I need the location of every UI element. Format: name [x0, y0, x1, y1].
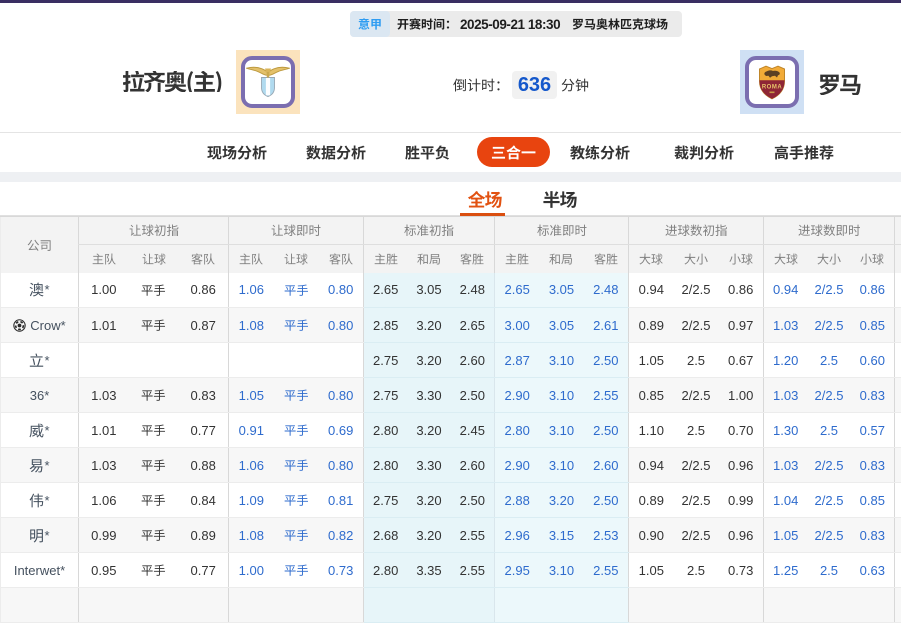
svg-text:ROMA: ROMA: [762, 85, 782, 91]
